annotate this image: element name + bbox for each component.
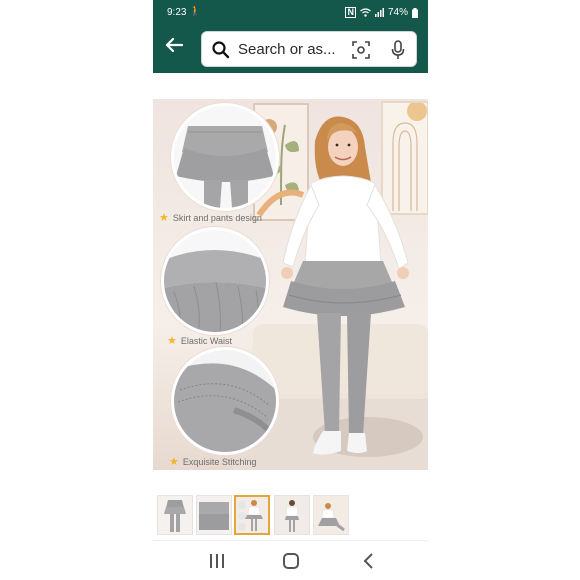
app-header: 9:23 🚶 N 74% Search or as...	[153, 0, 428, 73]
star-icon: ★	[159, 212, 169, 224]
thumbnail-3-selected[interactable]	[234, 495, 270, 535]
battery-icon	[412, 7, 418, 18]
signal-icon	[374, 8, 384, 17]
product-image[interactable]: ★ Skirt and pants design ★ Elastic Waist	[153, 99, 428, 470]
star-icon: ★	[169, 456, 179, 468]
search-bar[interactable]: Search or as...	[201, 31, 417, 67]
status-bar: 9:23 🚶 N 74%	[153, 0, 428, 24]
caption-3: ★ Exquisite Stitching	[169, 455, 256, 468]
detail-skirt-circle	[171, 103, 279, 211]
detail-waist-circle	[161, 227, 269, 335]
star-icon: ★	[167, 335, 177, 347]
thumbnail-1[interactable]	[157, 495, 193, 535]
thumbnail-5[interactable]	[313, 495, 349, 535]
camera-search-icon[interactable]	[352, 41, 370, 59]
battery-level: 74%	[387, 7, 408, 18]
caption-2: ★ Elastic Waist	[167, 334, 232, 347]
status-time: 9:23	[167, 7, 187, 18]
thumbnail-strip	[153, 495, 428, 539]
microphone-icon[interactable]	[391, 40, 405, 60]
caption-1: ★ Skirt and pants design	[159, 211, 262, 224]
detail-stitching-circle	[171, 347, 279, 455]
thumbnail-4[interactable]	[274, 495, 310, 535]
search-icon	[212, 41, 230, 59]
system-nav-bar	[153, 540, 428, 580]
back-nav-icon[interactable]	[357, 551, 381, 571]
activity-icon: 🚶	[189, 6, 202, 17]
back-arrow-icon[interactable]	[163, 36, 185, 58]
nfc-icon: N	[345, 7, 356, 18]
caption-text: Exquisite Stitching	[182, 456, 257, 467]
recent-apps-icon[interactable]	[205, 551, 229, 571]
wifi-icon	[360, 8, 371, 17]
thumbnail-2[interactable]	[196, 495, 232, 535]
phone-screen: 9:23 🚶 N 74% Search or as... ★ Skirt and…	[153, 0, 428, 580]
model-girl-illustration	[281, 116, 409, 455]
caption-text: Skirt and pants design	[172, 212, 262, 223]
status-icons: N 74%	[345, 7, 418, 18]
home-icon[interactable]	[279, 551, 303, 571]
caption-text: Elastic Waist	[180, 335, 233, 346]
search-input[interactable]: Search or as...	[238, 41, 336, 58]
